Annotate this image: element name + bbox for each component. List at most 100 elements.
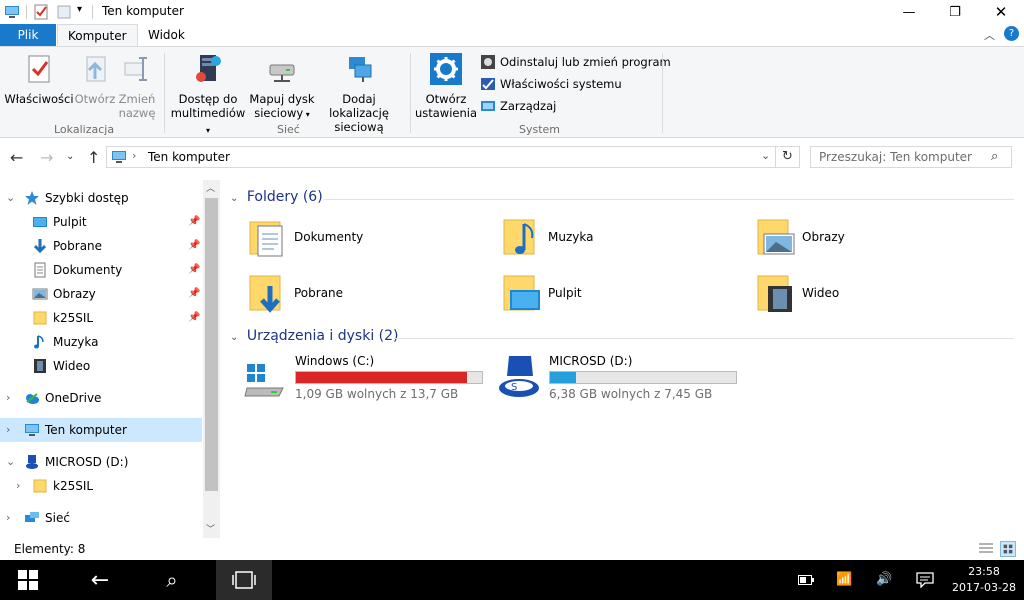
- folder-pictures[interactable]: Obrazy: [756, 216, 986, 264]
- maximize-button[interactable]: ❐: [932, 0, 978, 24]
- drive-free-space: 6,38 GB wolnych z 7,45 GB: [549, 387, 713, 401]
- address-bar[interactable]: › Ten komputer ⌄: [106, 146, 776, 168]
- help-icon[interactable]: ?: [1004, 26, 1019, 41]
- add-network-label-line1: Dodaj lokalizację: [329, 92, 389, 120]
- search-button[interactable]: ⌕: [148, 560, 196, 600]
- ribbon-collapse-icon[interactable]: ︿: [984, 27, 995, 43]
- drive-usage-bar: [549, 371, 737, 384]
- volume-icon[interactable]: 🔊: [876, 572, 892, 587]
- pin-icon[interactable]: 📌: [188, 234, 200, 258]
- folders-group-header[interactable]: ⌄ Foldery (6): [230, 189, 323, 205]
- breadcrumb-chevron-icon[interactable]: ›: [132, 149, 136, 162]
- map-drive-label-line1: Mapuj dysk: [249, 92, 315, 106]
- pin-icon[interactable]: 📌: [188, 258, 200, 282]
- drive-d[interactable]: S MICROSD (D:) 6,38 GB wolnych z 7,45 GB: [497, 354, 747, 404]
- address-row: ← → ⌄ ↑ › Ten komputer ⌄ ↻ Przeszukaj: T…: [0, 140, 1024, 174]
- system-properties-button[interactable]: Właściwości systemu: [480, 75, 622, 93]
- nav-label: Ten komputer: [45, 423, 127, 437]
- task-view-button[interactable]: [216, 560, 272, 600]
- search-icon[interactable]: ⌕: [991, 149, 998, 164]
- drive-c[interactable]: Windows (C:) 1,09 GB wolnych z 13,7 GB: [243, 354, 493, 404]
- refresh-button[interactable]: ↻: [776, 146, 800, 168]
- nav-item-music[interactable]: Muzyka: [0, 330, 202, 354]
- minimize-button[interactable]: —: [886, 0, 932, 24]
- pin-icon[interactable]: 📌: [188, 282, 200, 306]
- new-folder-quick-icon[interactable]: [56, 4, 72, 20]
- collapse-chevron-icon[interactable]: ⌄: [230, 332, 238, 343]
- expand-chevron-icon[interactable]: ⌄: [6, 186, 15, 210]
- search-input[interactable]: Przeszukaj: Ten komputer ⌕: [810, 146, 1012, 168]
- settings-gear-icon: [430, 53, 462, 85]
- tab-file[interactable]: Plik: [0, 24, 56, 46]
- customize-quick-access-icon[interactable]: ▾: [77, 4, 82, 15]
- scroll-down-icon[interactable]: ﹀: [206, 522, 215, 535]
- nav-item-downloads[interactable]: Pobrane 📌: [0, 234, 202, 258]
- pin-icon[interactable]: 📌: [188, 210, 200, 234]
- search-icon: ⌕: [166, 568, 178, 592]
- forward-arrow-icon[interactable]: →: [40, 148, 53, 167]
- system-properties-label: Właściwości systemu: [500, 77, 622, 91]
- details-view-icon[interactable]: [978, 542, 994, 556]
- map-drive-button[interactable]: Mapuj dysk sieciowy ▾: [248, 53, 316, 122]
- recent-locations-chevron-icon[interactable]: ⌄: [66, 151, 74, 162]
- open-settings-button[interactable]: Otwórz ustawienia: [414, 53, 478, 120]
- drive-usage-bar: [295, 371, 483, 384]
- task-view-icon: [232, 571, 256, 589]
- open-button[interactable]: Otwórz: [72, 53, 118, 106]
- tab-computer[interactable]: Komputer: [57, 24, 138, 47]
- pin-icon[interactable]: 📌: [188, 306, 200, 330]
- expand-chevron-icon[interactable]: ›: [6, 418, 10, 442]
- address-dropdown-icon[interactable]: ⌄: [761, 149, 770, 162]
- collapse-chevron-icon[interactable]: ⌄: [230, 193, 238, 204]
- nav-item-microsd[interactable]: ⌄ MICROSD (D:): [0, 450, 202, 474]
- properties-icon: [28, 55, 50, 83]
- scroll-up-icon[interactable]: ︿: [206, 181, 215, 194]
- nav-item-this-pc[interactable]: › Ten komputer: [0, 418, 202, 442]
- nav-item-desktop[interactable]: Pulpit 📌: [0, 210, 202, 234]
- battery-icon[interactable]: [798, 575, 814, 585]
- uninstall-program-button[interactable]: Odinstaluj lub zmień program: [480, 53, 671, 71]
- video-film-icon: [34, 359, 46, 373]
- action-center-icon[interactable]: [916, 572, 934, 588]
- manage-button[interactable]: Zarządzaj: [480, 97, 556, 115]
- star-icon: [25, 191, 39, 205]
- tab-view[interactable]: Widok: [138, 24, 195, 46]
- rename-button[interactable]: Zmień nazwę: [116, 53, 158, 120]
- expand-chevron-icon[interactable]: ›: [6, 386, 10, 410]
- nav-item-documents[interactable]: Dokumenty 📌: [0, 258, 202, 282]
- properties-quick-icon[interactable]: [33, 4, 49, 20]
- document-icon: [34, 262, 46, 278]
- nav-item-k25sil[interactable]: k25SIL 📌: [0, 306, 202, 330]
- nav-item-quick-access[interactable]: ⌄ Szybki dostęp: [0, 186, 202, 210]
- folder-downloads[interactable]: Pobrane: [248, 272, 478, 320]
- properties-button[interactable]: Właściwości: [4, 53, 74, 106]
- large-icons-view-icon[interactable]: [1000, 541, 1016, 557]
- nav-item-pictures[interactable]: Obrazy 📌: [0, 282, 202, 306]
- nav-item-network[interactable]: › Sieć: [0, 506, 202, 530]
- devices-group-header[interactable]: ⌄ Urządzenia i dyski (2): [230, 328, 399, 344]
- folder-music[interactable]: Muzyka: [502, 216, 732, 264]
- expand-chevron-icon[interactable]: ›: [6, 506, 10, 530]
- back-arrow-icon[interactable]: ←: [10, 148, 23, 167]
- back-button[interactable]: ←: [76, 560, 124, 600]
- folder-documents[interactable]: Dokumenty: [248, 216, 478, 264]
- media-access-label-line1: Dostęp do: [178, 92, 238, 106]
- close-button[interactable]: ✕: [978, 0, 1024, 24]
- group-separator: [662, 53, 663, 133]
- add-network-location-button[interactable]: Dodaj lokalizację sieciową: [312, 53, 406, 134]
- scrollbar-thumb[interactable]: [205, 198, 218, 491]
- folder-desktop[interactable]: Pulpit: [502, 272, 732, 320]
- folder-label: Obrazy: [802, 230, 845, 244]
- nav-item-videos[interactable]: Wideo: [0, 354, 202, 378]
- expand-chevron-icon[interactable]: ⌄: [6, 450, 15, 474]
- nav-item-onedrive[interactable]: › OneDrive: [0, 386, 202, 410]
- wifi-icon[interactable]: 📶: [836, 572, 852, 587]
- expand-chevron-icon[interactable]: ›: [16, 474, 20, 498]
- start-button[interactable]: [4, 560, 52, 600]
- up-arrow-icon[interactable]: ↑: [87, 148, 100, 167]
- folder-videos[interactable]: Wideo: [756, 272, 986, 320]
- media-access-button[interactable]: Dostęp do multimediów ▾: [168, 53, 248, 138]
- nav-item-k25sil-sub[interactable]: › k25SIL: [0, 474, 202, 498]
- clock-date: 2017-03-28: [952, 581, 1016, 594]
- clock[interactable]: 23:58 2017-03-28: [948, 564, 1020, 596]
